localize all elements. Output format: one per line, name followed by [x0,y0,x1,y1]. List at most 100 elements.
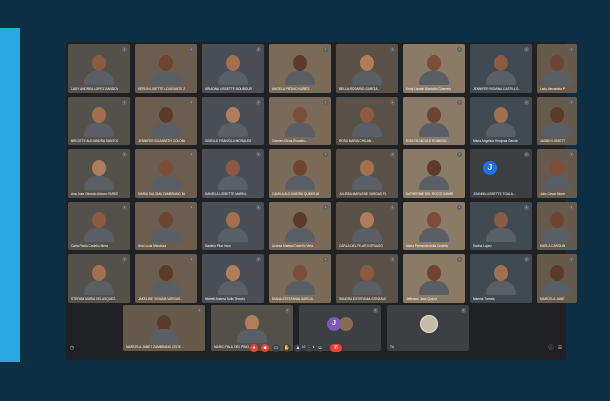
participant-video [403,201,465,250]
muted-mic-icon: • [524,152,529,157]
participant-tile[interactable]: • Julio Cesar Moreira Pichincha [537,149,577,198]
participant-face [427,212,441,229]
muted-mic-icon: • [323,99,328,105]
people-icon[interactable]: ☰ [557,345,563,351]
muted-mic-icon: • [569,99,574,105]
participant-tile[interactable]: • KARLA CAROLINA QUIJANO ZAMBRANO [537,201,577,250]
participant-tile[interactable]: • MARCELA JANET ZAMBRANO CEDE... [537,254,577,303]
participant-body [542,175,572,190]
raise-hand-button[interactable]: ✋ [283,344,291,352]
participant-face [159,264,173,281]
participant-tile[interactable]: • Mariela Tomala [470,254,532,303]
muted-mic-icon: • [457,204,462,210]
participant-body [542,123,572,137]
more-options-button[interactable]: ⋮ [305,344,313,352]
participant-tile[interactable]: • Maria Angelica Hinojosa Garcia [470,96,532,145]
participant-tile[interactable]: • Andrea Marisol Cedeño Vera [269,201,331,250]
self-avatar [420,314,438,333]
participant-name: Andrea Marisol Cedeño Vera [272,244,313,248]
participant-body [151,123,181,137]
info-icon[interactable]: ⓘ [548,345,554,351]
participant-video [68,201,130,250]
participant-video [269,44,331,93]
participant-tile[interactable]: • GISELLE FRANCILA MORALES SA... [202,96,264,145]
participant-tile[interactable]: • JENNIFER ROMINA CASTILLO... [470,44,532,93]
participant-body [352,123,382,137]
present-button[interactable]: ▲ [294,344,302,352]
participant-tile[interactable]: • CAMILA ALEJANDRA QUIMIS ABAD... [269,149,331,198]
participant-body [218,123,248,137]
captions-button[interactable]: ▭ [272,344,280,352]
participant-tile[interactable]: • ARIADNA LISSETTE BOUBOURRA... [202,44,264,93]
end-call-button[interactable]: ✆ [330,344,342,352]
participant-tile[interactable]: • SANDRA ESTEFANIA GONZALEZ... [336,254,398,303]
participant-body [419,175,449,190]
participant-tile[interactable]: • MARIA SALOMA ZAMBRANO BA... [135,149,197,198]
participant-tile[interactable]: • KERLIN LISETTE LOJAYANTE ZA... [135,44,197,93]
reactions-button[interactable]: ☺ [316,344,324,352]
participant-tile[interactable]: • BRIGITTE ALEJANDRA SANTOS GAR... [68,96,130,145]
participant-tile[interactable]: • STEFANI MARIA VELASQUEZ... [68,254,130,303]
participant-tile[interactable]: • KATHERINE DEL ROCIO ZAMBRANO A... [403,149,465,198]
participant-tile[interactable]: • Daniela Pilar Vera [202,201,264,250]
participant-name: MARCELA JANET ZAMBRANO CEDE... [540,296,565,301]
participant-tile[interactable]: • Maria Fernanda Avila Cedeño [403,201,465,250]
participant-face [92,54,106,71]
participant-video [202,254,264,303]
participant-tile[interactable]: • JAZMIN LISSETTE TOALA RODRIGO... [537,96,577,145]
participant-tile[interactable]: • JENNIFER ELIZABETH COLOMA... [135,96,197,145]
muted-mic-icon: • [569,204,574,210]
participant-tile[interactable]: • JAKELINE VIVIANA VARGAS... [135,254,197,303]
participant-tile[interactable]: • ANGELA PIEDAD NUÑEZ... [269,44,331,93]
participant-tile[interactable]: • BELLA ROSARIO GARCÍA... [336,44,398,93]
participant-face [360,54,374,71]
participant-face [226,212,240,229]
participant-face [494,107,508,124]
participant-name: CARLA DEL PILAR INTRIAGO [339,244,383,248]
participant-name: Carla Paola Cedeño Mera [71,244,108,248]
participant-tile[interactable]: • Lady Alexandra Palacios [537,44,577,93]
mic-button[interactable]: ● [250,344,258,352]
participant-face [494,54,508,71]
participant-video [336,44,398,93]
participant-tile[interactable]: • Ana Jose Olmedo Alonzo PAREDES... [68,149,130,198]
participant-face [293,54,307,71]
participant-tile[interactable]: • Mishell Andrea Solis Tenorio [202,254,264,303]
participant-name: Kerly Lisseth Montaño Guerrero [406,86,452,91]
participant-tile[interactable]: • Karina Lopez [470,201,532,250]
participant-tile[interactable]: • Carla Paola Cedeño Mera [68,201,130,250]
participant-body [151,70,181,85]
muted-mic-icon: • [569,47,574,52]
participant-tile[interactable]: • LADY ANDREA LOPEZ SANDOVAL [68,44,130,93]
participant-face [92,107,106,124]
muted-mic-icon: • [524,204,529,210]
participant-tile[interactable]: • Jefferson Jose Quiroz [403,254,465,303]
participant-video [68,149,130,198]
participant-face [550,212,564,229]
participant-tile[interactable]: • JOANNA LISSETTE TOALA... J [470,149,532,198]
participant-tile[interactable]: • ROSA MARIA CHILAN... [336,96,398,145]
participant-face [293,212,307,229]
participant-face [360,159,374,176]
participant-tile[interactable]: • EVELYN NICOLE ROMERO... [403,96,465,145]
participant-body [285,70,315,85]
participant-name: Ana Jose Olmedo Alonzo PAREDES... [71,191,118,196]
participant-tile[interactable]: • Carmen Elena Rosales... [269,96,331,145]
muted-mic-icon: • [189,47,194,52]
participant-video [135,44,197,93]
participant-name: BRIGITTE ALEJANDRA SANTOS GAR... [71,139,118,143]
participant-video [135,254,197,303]
participant-tile[interactable]: • Ana Lucia Mendoza [135,201,197,250]
participant-name: LADY ANDREA LOPEZ SANDOVAL [71,86,118,91]
camera-button[interactable]: ■ [261,344,269,352]
participant-face [427,54,441,71]
participant-name: KATHERINE DEL ROCIO ZAMBRANO A... [406,191,453,196]
participant-name: Mishell Andrea Solis Tenorio [205,296,245,301]
participant-body [352,280,382,295]
participant-tile[interactable]: • CARLA DEL PILAR INTRIAGO [336,201,398,250]
participant-tile[interactable]: • JULISSA MARLENE VARGAS FLORES... [336,149,398,198]
participant-tile[interactable]: • DIANA ESTEFANIA GARCIA... [269,254,331,303]
participant-tile[interactable]: • DANIELA LISSETTE MARIN... [202,149,264,198]
participant-tile[interactable]: • Kerly Lisseth Montaño Guerrero [403,44,465,93]
accent-side-bar [0,28,20,362]
